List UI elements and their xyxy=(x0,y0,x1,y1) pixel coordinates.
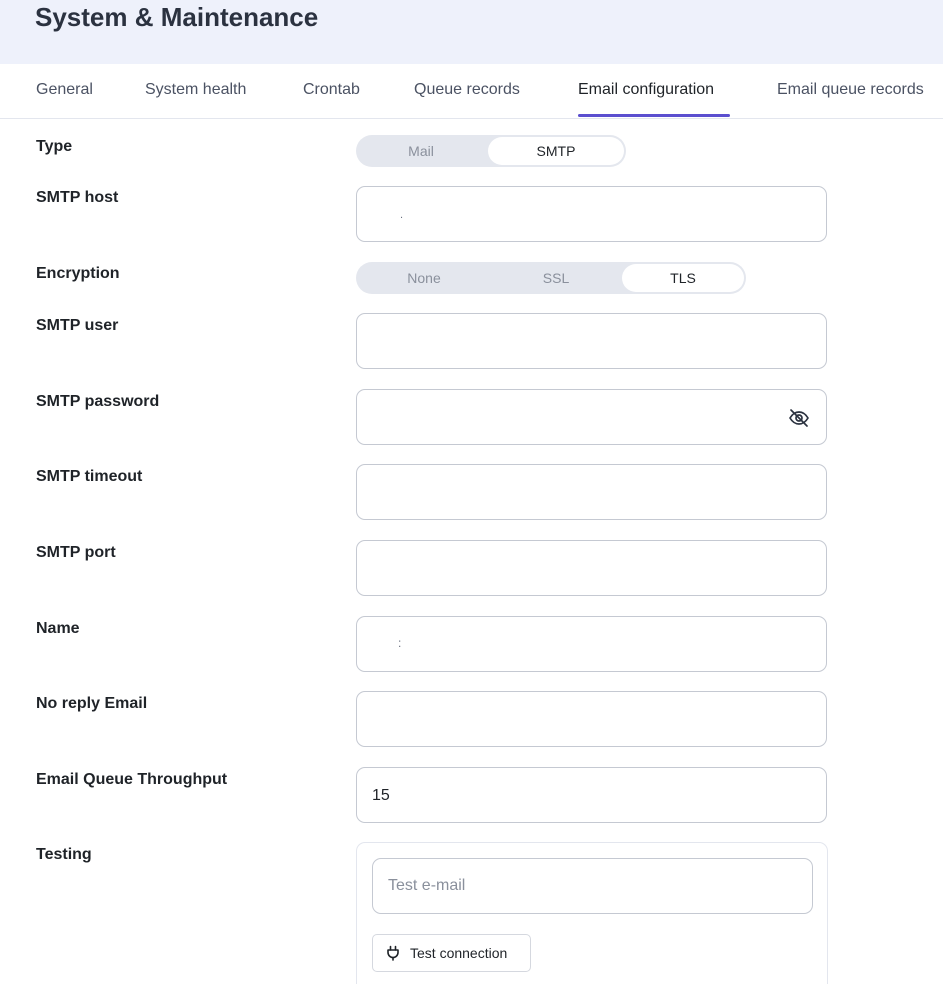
tab-system-health[interactable]: System health xyxy=(145,81,246,99)
page-title: System & Maintenance xyxy=(35,2,319,32)
smtp-port-label: SMTP port xyxy=(36,544,116,561)
tab-bar: General System health Crontab Queue reco… xyxy=(0,64,943,119)
tab-general[interactable]: General xyxy=(36,81,93,99)
testing-label: Testing xyxy=(36,846,92,863)
smtp-user-label: SMTP user xyxy=(36,317,119,334)
queue-throughput-label: Email Queue Throughput xyxy=(36,771,228,788)
no-reply-email-label: No reply Email xyxy=(36,695,148,712)
encryption-option-none[interactable]: None xyxy=(356,262,492,294)
no-reply-email-input[interactable] xyxy=(356,691,827,747)
smtp-host-label: SMTP host xyxy=(36,189,119,206)
smtp-port-input[interactable] xyxy=(356,540,827,596)
encryption-option-ssl[interactable]: SSL xyxy=(492,262,620,294)
tab-email-queue-records[interactable]: Email queue records xyxy=(777,81,924,99)
queue-throughput-value: 15 xyxy=(372,787,390,804)
encryption-toggle: None SSL TLS xyxy=(356,262,746,294)
smtp-password-label: SMTP password xyxy=(36,393,160,410)
encryption-option-tls[interactable]: TLS xyxy=(622,264,744,292)
smtp-password-input[interactable] xyxy=(356,389,827,445)
active-tab-indicator xyxy=(578,114,730,117)
queue-throughput-input[interactable]: 15 xyxy=(356,767,827,823)
tab-queue-records[interactable]: Queue records xyxy=(414,81,520,99)
eye-off-icon[interactable] xyxy=(788,408,810,428)
test-email-input[interactable] xyxy=(372,858,813,914)
type-label: Type xyxy=(36,138,73,155)
smtp-user-input[interactable] xyxy=(356,313,827,369)
type-option-mail[interactable]: Mail xyxy=(356,135,486,167)
tab-crontab[interactable]: Crontab xyxy=(303,81,360,99)
tab-email-configuration[interactable]: Email configuration xyxy=(578,81,714,99)
type-toggle: Mail SMTP xyxy=(356,135,626,167)
encryption-label: Encryption xyxy=(36,265,120,282)
type-option-smtp[interactable]: SMTP xyxy=(488,137,624,165)
name-input[interactable]: : xyxy=(356,616,827,672)
smtp-host-value: . xyxy=(400,209,404,221)
test-connection-label: Test connection xyxy=(410,945,508,961)
name-label: Name xyxy=(36,620,80,637)
smtp-timeout-input[interactable] xyxy=(356,464,827,520)
page-header: System & Maintenance xyxy=(0,0,943,64)
smtp-host-input[interactable]: . xyxy=(356,186,827,242)
plug-icon xyxy=(385,945,401,961)
testing-panel: Test connection xyxy=(356,842,828,984)
smtp-timeout-label: SMTP timeout xyxy=(36,468,143,485)
name-value: : xyxy=(398,636,402,650)
test-connection-button[interactable]: Test connection xyxy=(372,934,531,972)
